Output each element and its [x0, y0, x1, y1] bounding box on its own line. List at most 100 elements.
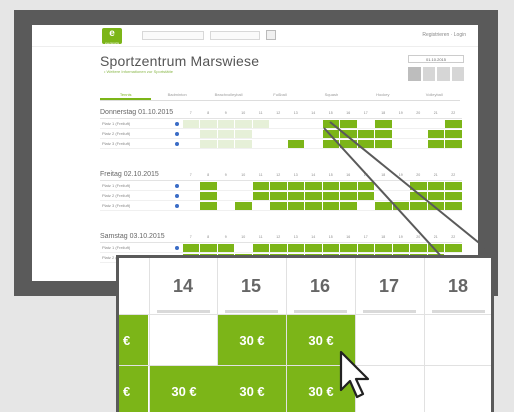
next-day-button[interactable]	[451, 67, 464, 81]
available-slot[interactable]	[287, 191, 304, 200]
slot-price-fragment[interactable]: €	[119, 315, 148, 365]
available-slot[interactable]	[305, 191, 322, 200]
unavailable-slot	[183, 202, 200, 210]
tab-badminton[interactable]: Badminton	[151, 89, 202, 100]
available-slot[interactable]	[287, 139, 304, 148]
available-slot[interactable]	[410, 243, 427, 252]
available-slot[interactable]	[357, 243, 374, 252]
available-slot[interactable]	[217, 243, 234, 252]
court-info-icon[interactable]	[172, 141, 182, 146]
available-slot[interactable]	[322, 191, 339, 200]
available-slot[interactable]	[410, 191, 427, 200]
available-slot[interactable]	[375, 139, 392, 148]
tab-squash[interactable]: Squash	[306, 89, 357, 100]
court-info-icon[interactable]	[172, 203, 182, 208]
available-slot[interactable]	[340, 243, 357, 252]
available-slot[interactable]	[445, 129, 462, 138]
available-slot[interactable]	[322, 243, 339, 252]
facility-info-link[interactable]: • Weitere Informationen zur Sportstätte	[104, 69, 173, 74]
available-slot[interactable]	[427, 201, 444, 210]
available-slot[interactable]	[322, 181, 339, 190]
available-slot[interactable]	[340, 201, 357, 210]
available-slot[interactable]	[427, 243, 444, 252]
available-slot[interactable]	[410, 201, 427, 210]
available-slot[interactable]	[357, 181, 374, 190]
available-slot[interactable]	[427, 139, 444, 148]
prev-day-button[interactable]	[422, 67, 435, 81]
available-slot[interactable]	[200, 201, 217, 210]
date-input[interactable]	[210, 31, 260, 40]
available-slot[interactable]	[235, 201, 252, 210]
available-slot[interactable]	[357, 129, 374, 138]
available-slot[interactable]	[340, 191, 357, 200]
available-slot[interactable]	[445, 181, 462, 190]
available-slot[interactable]	[445, 139, 462, 148]
available-slot[interactable]	[305, 243, 322, 252]
court-info-icon[interactable]	[172, 183, 182, 188]
slot-price-fragment[interactable]: €	[119, 366, 148, 412]
search-button[interactable]	[266, 30, 276, 40]
unavailable-slot	[393, 140, 410, 148]
available-slot[interactable]	[270, 191, 287, 200]
available-slot[interactable]	[182, 243, 199, 252]
court-info-icon[interactable]	[172, 121, 182, 126]
available-slot[interactable]	[375, 243, 392, 252]
court-info-icon[interactable]	[172, 131, 182, 136]
available-slot[interactable]	[340, 129, 357, 138]
available-slot[interactable]	[200, 191, 217, 200]
available-slot[interactable]	[305, 201, 322, 210]
login-link[interactable]: Registrieren · Login	[422, 32, 466, 38]
available-slot[interactable]	[375, 129, 392, 138]
available-slot[interactable]	[287, 181, 304, 190]
available-slot[interactable]	[340, 181, 357, 190]
available-slot[interactable]	[322, 129, 339, 138]
date-picker[interactable]: 01.10.2015	[408, 55, 464, 63]
search-input[interactable]	[142, 31, 204, 40]
tab-beachvolleyball[interactable]: Beachvolleyball	[203, 89, 254, 100]
available-slot[interactable]	[392, 201, 409, 210]
tab-tennis[interactable]: Tennis	[100, 89, 152, 100]
available-slot[interactable]	[305, 181, 322, 190]
court-info-icon[interactable]	[172, 193, 182, 198]
tab-fußball[interactable]: Fußball	[254, 89, 305, 100]
unavailable-slot	[253, 130, 270, 138]
available-slot[interactable]	[287, 201, 304, 210]
available-slot[interactable]	[287, 243, 304, 252]
tab-volleyball[interactable]: Volleyball	[409, 89, 460, 100]
available-slot[interactable]	[322, 119, 339, 128]
available-slot[interactable]	[322, 139, 339, 148]
available-slot[interactable]	[427, 181, 444, 190]
calendar-icon[interactable]	[408, 67, 421, 81]
available-slot[interactable]	[252, 181, 269, 190]
unavailable-slot	[200, 119, 217, 128]
available-slot[interactable]	[340, 119, 357, 128]
available-slot[interactable]	[270, 201, 287, 210]
available-slot[interactable]	[445, 243, 462, 252]
bookable-slot-button[interactable]: 30 €	[150, 366, 218, 412]
available-slot[interactable]	[252, 191, 269, 200]
available-slot[interactable]	[427, 129, 444, 138]
available-slot[interactable]	[445, 201, 462, 210]
bookable-slot-button[interactable]: 30 €	[218, 315, 286, 365]
bookable-slot-button[interactable]: 30 €	[218, 366, 286, 412]
available-slot[interactable]	[270, 181, 287, 190]
available-slot[interactable]	[200, 181, 217, 190]
available-slot[interactable]	[427, 191, 444, 200]
available-slot[interactable]	[270, 243, 287, 252]
available-slot[interactable]	[445, 191, 462, 200]
available-slot[interactable]	[375, 201, 392, 210]
today-button[interactable]	[437, 67, 450, 81]
available-slot[interactable]	[357, 191, 374, 200]
available-slot[interactable]	[322, 201, 339, 210]
available-slot[interactable]	[357, 139, 374, 148]
available-slot[interactable]	[375, 119, 392, 128]
court-info-icon[interactable]	[172, 245, 182, 250]
available-slot[interactable]	[200, 243, 217, 252]
available-slot[interactable]	[410, 181, 427, 190]
unavailable-slot	[183, 192, 200, 200]
tab-hockey[interactable]: Hockey	[357, 89, 408, 100]
available-slot[interactable]	[445, 119, 462, 128]
available-slot[interactable]	[392, 243, 409, 252]
available-slot[interactable]	[340, 139, 357, 148]
available-slot[interactable]	[252, 243, 269, 252]
